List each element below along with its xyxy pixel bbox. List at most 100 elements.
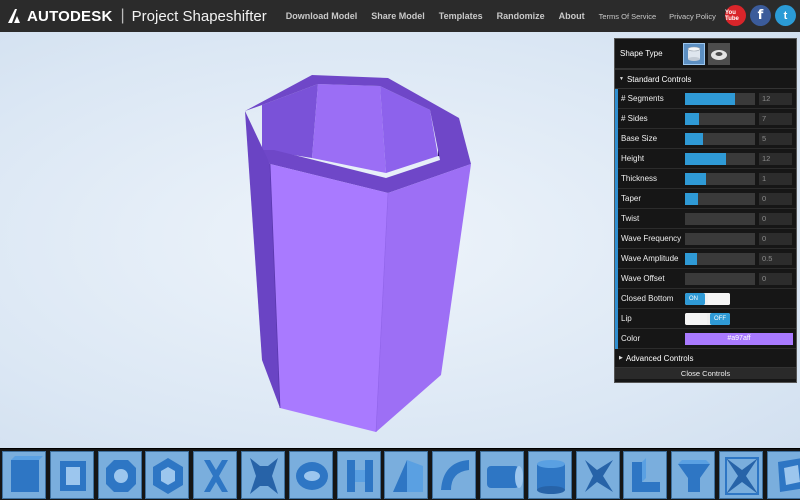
toggle-knob — [708, 292, 730, 305]
segments-slider[interactable] — [685, 92, 755, 105]
color-picker[interactable]: #a97aff — [685, 332, 793, 345]
sides-slider[interactable] — [685, 112, 755, 125]
shape-type-row: Shape Type — [615, 39, 796, 70]
slider-fill — [685, 172, 706, 185]
nav-about[interactable]: About — [559, 11, 585, 21]
template-thumbnail[interactable] — [288, 450, 333, 499]
control-color: Color #a97aff — [618, 329, 796, 349]
template-thumbnail[interactable] — [336, 450, 381, 499]
control-closed-bottom: Closed Bottom ON — [618, 289, 796, 309]
nav-download-model[interactable]: Download Model — [286, 11, 358, 21]
curved-panel-template-icon — [441, 459, 470, 490]
template-thumbnail[interactable] — [145, 450, 190, 499]
control-label: Wave Amplitude — [621, 254, 679, 263]
lip-label: Lip — [621, 314, 632, 323]
height-slider[interactable] — [685, 152, 755, 165]
taper-slider[interactable] — [685, 192, 755, 205]
cylinder-lying-template-icon — [486, 465, 523, 488]
wave-frequency-slider[interactable] — [685, 232, 755, 245]
x-cross-template-icon — [204, 459, 229, 492]
control-label: Taper — [621, 194, 642, 203]
brand-name: AUTODESK — [27, 7, 113, 25]
wave-offset-slider[interactable] — [685, 272, 755, 285]
template-thumbnail[interactable] — [623, 450, 668, 499]
control-label: Thickness — [621, 174, 658, 183]
toggle-knob — [685, 312, 707, 325]
product-name: Project Shapeshifter — [131, 7, 267, 25]
hexagon-ring-template-icon — [153, 457, 184, 494]
control-label: Wave Frequency — [621, 234, 682, 243]
youtube-icon[interactable]: You Tube — [725, 5, 746, 26]
closed-bottom-toggle[interactable]: ON — [685, 292, 730, 305]
standard-controls-list: # Segments 12 # Sides 7 Base Size 5 Heig… — [615, 89, 796, 349]
sides-value[interactable]: 7 — [759, 112, 792, 125]
control-base-size: Base Size 5 — [618, 129, 796, 149]
brand[interactable]: AUTODESK | Project Shapeshifter — [0, 0, 267, 32]
nav-privacy-policy[interactable]: Privacy Policy — [669, 12, 716, 21]
twist-slider[interactable] — [685, 212, 755, 225]
wave-frequency-value[interactable]: 0 — [759, 232, 792, 245]
facebook-icon[interactable]: f — [750, 5, 771, 26]
caret-right-icon: ▶ — [619, 355, 623, 361]
star-square-template-icon — [724, 456, 759, 495]
taper-value[interactable]: 0 — [759, 192, 792, 205]
control-wave-offset: Wave Offset 0 — [618, 269, 796, 289]
template-thumbnail[interactable] — [384, 450, 429, 499]
control-wave-frequency: Wave Frequency 0 — [618, 229, 796, 249]
twisted-cross-template-icon — [249, 457, 278, 494]
model-outer-face-front — [270, 164, 388, 432]
top-bar: AUTODESK | Project Shapeshifter Download… — [0, 0, 800, 32]
base-size-value[interactable]: 5 — [759, 132, 792, 145]
torus-shape-icon — [711, 49, 727, 60]
segments-value[interactable]: 12 — [759, 92, 792, 105]
twitter-icon[interactable]: t — [775, 5, 796, 26]
octagon-ring-template-icon — [105, 459, 136, 492]
template-gallery — [0, 448, 800, 500]
slider-fill — [685, 112, 699, 125]
nav-templates[interactable]: Templates — [439, 11, 483, 21]
nav-terms-of-service[interactable]: Terms Of Service — [599, 12, 657, 21]
cylinder-shape-button[interactable] — [683, 42, 705, 65]
thickness-value[interactable]: 1 — [759, 172, 792, 185]
template-thumbnail[interactable] — [2, 450, 46, 499]
slider-fill — [685, 252, 697, 265]
template-thumbnail[interactable] — [97, 450, 142, 499]
standard-controls-header[interactable]: ▼ Standard Controls — [615, 70, 796, 89]
autodesk-logo-icon — [8, 9, 20, 23]
slider-fill — [685, 132, 703, 145]
template-thumbnail[interactable] — [527, 450, 572, 499]
control-label: # Segments — [621, 94, 664, 103]
control-label: Wave Offset — [621, 274, 665, 283]
wave-amplitude-slider[interactable] — [685, 252, 755, 265]
close-controls-button[interactable]: Close Controls — [615, 368, 796, 379]
base-size-slider[interactable] — [685, 132, 755, 145]
thickness-slider[interactable] — [685, 172, 755, 185]
lip-toggle[interactable]: OFF — [685, 312, 730, 325]
template-thumbnail[interactable] — [575, 450, 620, 499]
control-label: Height — [621, 154, 645, 163]
toggle-state: ON — [685, 292, 705, 305]
template-thumbnail[interactable] — [479, 450, 524, 499]
advanced-controls-label: Advanced Controls — [625, 353, 694, 363]
wave-amplitude-value[interactable]: 0.5 — [759, 252, 792, 265]
twist-value[interactable]: 0 — [759, 212, 792, 225]
nav-share-model[interactable]: Share Model — [371, 11, 425, 21]
wave-offset-value[interactable]: 0 — [759, 272, 792, 285]
square-frame-template-icon — [59, 460, 86, 491]
template-thumbnail[interactable] — [432, 450, 477, 499]
box-template-icon — [11, 455, 43, 492]
template-thumbnail[interactable] — [240, 450, 285, 499]
template-thumbnail[interactable] — [671, 450, 716, 499]
caret-down-icon: ▼ — [619, 76, 624, 82]
torus-shape-button[interactable] — [708, 42, 730, 65]
standard-controls-label: Standard Controls — [626, 74, 692, 84]
model-outer-face-right — [376, 164, 471, 432]
nav-randomize[interactable]: Randomize — [497, 11, 545, 21]
height-value[interactable]: 12 — [759, 152, 792, 165]
template-thumbnail[interactable] — [49, 450, 94, 499]
template-thumbnail[interactable] — [193, 450, 238, 499]
template-thumbnail[interactable] — [766, 450, 800, 499]
control-wave-amplitude: Wave Amplitude 0.5 — [618, 249, 796, 269]
advanced-controls-header[interactable]: ▶ Advanced Controls — [615, 349, 796, 368]
template-thumbnail[interactable] — [718, 450, 763, 499]
